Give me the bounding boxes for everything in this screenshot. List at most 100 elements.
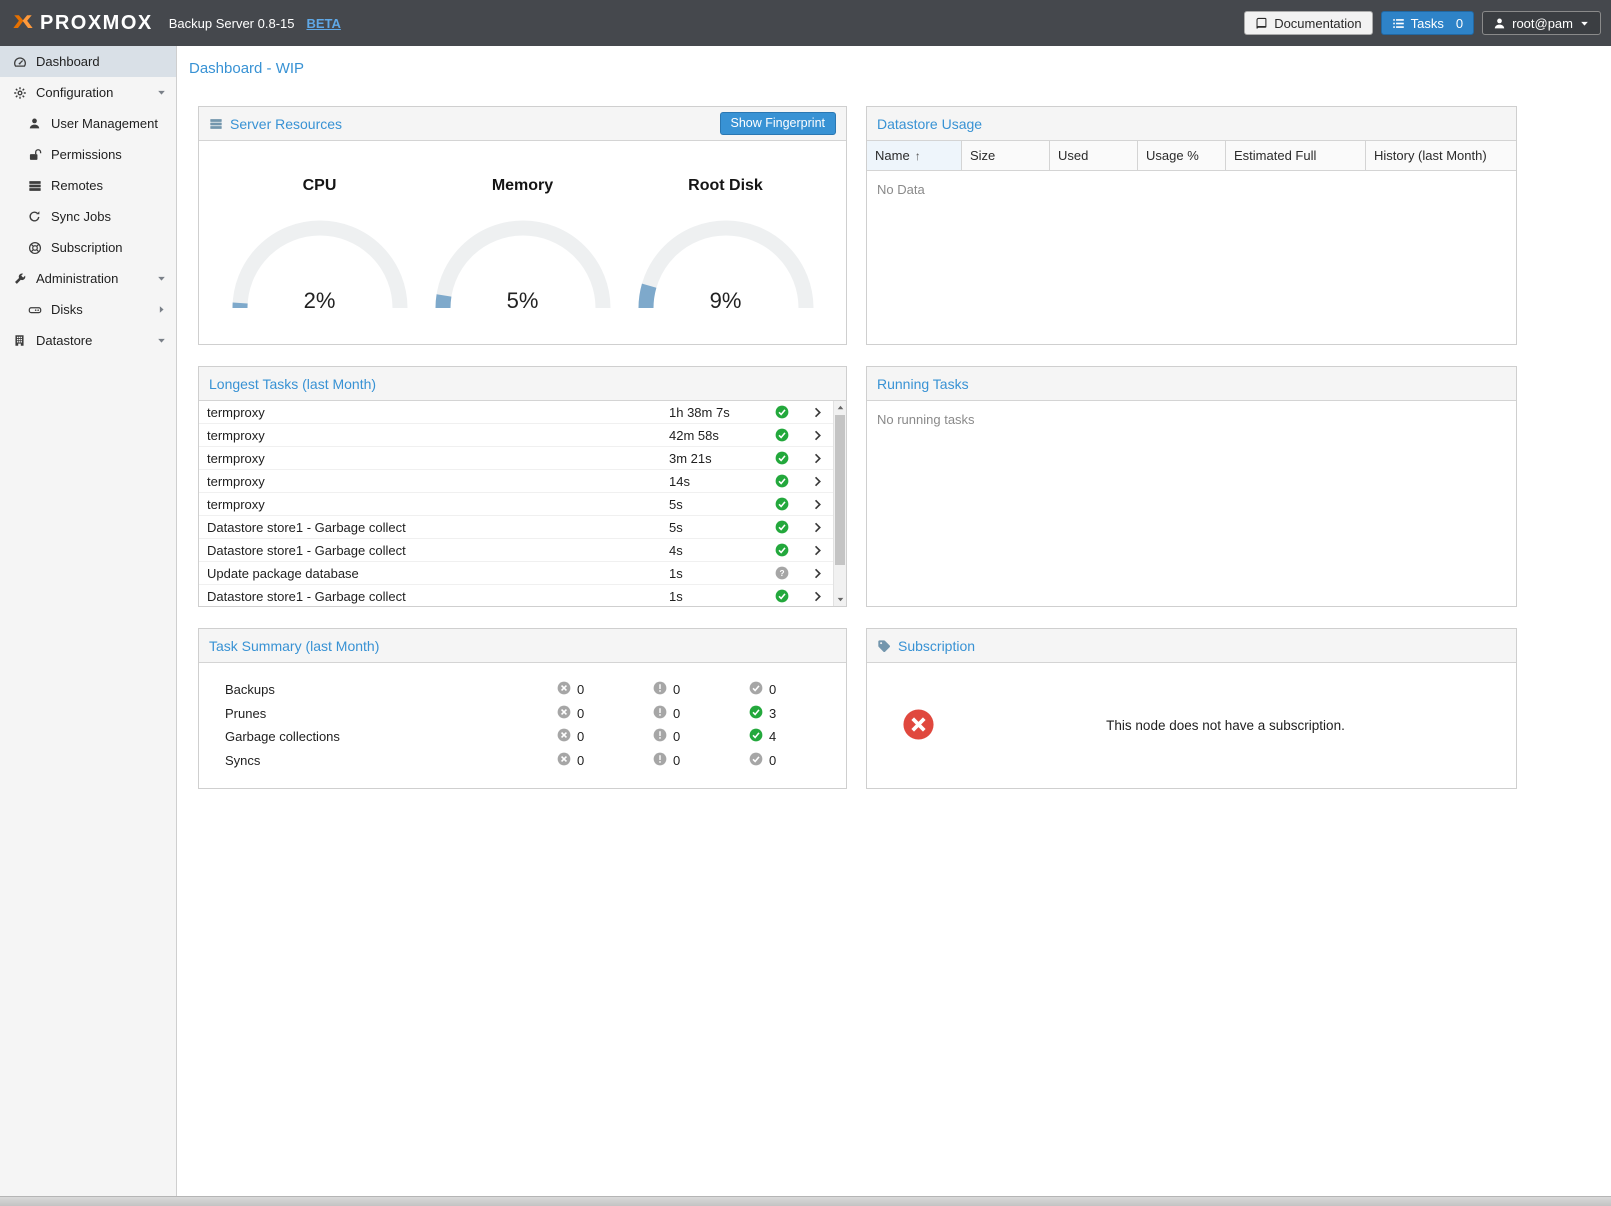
column-header-size[interactable]: Size xyxy=(962,141,1050,170)
hdd-icon xyxy=(27,303,42,317)
task-row[interactable]: termproxy5s xyxy=(199,493,846,516)
scroll-down-icon[interactable] xyxy=(834,593,846,606)
caret-down-icon[interactable] xyxy=(156,87,167,98)
running-tasks-empty: No running tasks xyxy=(867,401,1516,438)
warning-count-icon xyxy=(653,705,667,722)
status-unknown-icon: ? xyxy=(764,566,800,580)
product-version: Backup Server 0.8-15 xyxy=(169,16,295,31)
task-row[interactable]: termproxy1h 38m 7s xyxy=(199,401,846,424)
running-tasks-title: Running Tasks xyxy=(877,376,1506,392)
error-count-icon xyxy=(557,681,571,698)
sidebar-item-sync-jobs[interactable]: Sync Jobs xyxy=(0,201,176,232)
task-row[interactable]: termproxy14s xyxy=(199,470,846,493)
caret-right-icon[interactable] xyxy=(156,304,167,315)
brand-name: PROXMOX xyxy=(40,12,153,35)
tasks-button[interactable]: Tasks 0 xyxy=(1381,11,1474,35)
gauge-memory: Memory5% xyxy=(431,177,615,316)
status-ok-icon xyxy=(764,543,800,557)
column-header-name[interactable]: Name↑ xyxy=(867,141,962,170)
refresh-icon xyxy=(27,210,42,223)
status-ok-icon xyxy=(764,405,800,419)
gauge-root-disk: Root Disk9% xyxy=(634,177,818,316)
open-task-icon[interactable] xyxy=(800,567,834,580)
caret-down-icon[interactable] xyxy=(156,273,167,284)
documentation-button[interactable]: Documentation xyxy=(1244,11,1372,35)
sidebar-item-dashboard[interactable]: Dashboard xyxy=(0,46,176,77)
status-ok-icon xyxy=(764,428,800,442)
show-fingerprint-button[interactable]: Show Fingerprint xyxy=(720,112,837,135)
page-title: Dashboard - WIP xyxy=(189,60,304,77)
server-resources-panel: Server Resources Show Fingerprint CPU2%M… xyxy=(198,106,847,345)
tasks-count-badge: 0 xyxy=(1456,17,1463,30)
subscription-message: This node does not have a subscription. xyxy=(935,718,1516,733)
longest-tasks-panel: Longest Tasks (last Month) termproxy1h 3… xyxy=(198,366,847,607)
no-subscription-icon xyxy=(902,708,935,744)
column-header-history-last-month[interactable]: History (last Month) xyxy=(1366,141,1516,170)
status-ok-icon xyxy=(764,474,800,488)
bottom-bar xyxy=(0,1196,1611,1206)
gauge-cpu: CPU2% xyxy=(228,177,412,316)
column-header-estimated-full[interactable]: Estimated Full xyxy=(1226,141,1366,170)
sort-asc-icon: ↑ xyxy=(915,149,921,163)
status-ok-icon xyxy=(764,589,800,603)
running-tasks-panel: Running Tasks No running tasks xyxy=(866,366,1517,607)
task-summary-title: Task Summary (last Month) xyxy=(209,638,836,654)
sidebar-item-remotes[interactable]: Remotes xyxy=(0,170,176,201)
caret-down-icon[interactable] xyxy=(156,335,167,346)
book-icon xyxy=(1255,17,1268,30)
subscription-title: Subscription xyxy=(898,638,1506,654)
open-task-icon[interactable] xyxy=(800,452,834,465)
sidebar-item-permissions[interactable]: Permissions xyxy=(0,139,176,170)
sidebar-item-disks[interactable]: Disks xyxy=(0,294,176,325)
server-icon xyxy=(27,179,42,193)
ok-count-icon xyxy=(749,681,763,698)
user-menu-button[interactable]: root@pam xyxy=(1482,11,1601,35)
subscription-body: This node does not have a subscription. xyxy=(867,663,1516,788)
datastore-usage-title: Datastore Usage xyxy=(877,116,1506,132)
task-summary-row-prunes: Prunes003 xyxy=(225,702,846,726)
task-row[interactable]: Datastore store1 - Garbage collect1s xyxy=(199,585,846,606)
open-task-icon[interactable] xyxy=(800,590,834,603)
longest-tasks-list: termproxy1h 38m 7stermproxy42m 58stermpr… xyxy=(199,401,846,606)
task-row[interactable]: Datastore store1 - Garbage collect4s xyxy=(199,539,846,562)
sidebar-item-configuration[interactable]: Configuration xyxy=(0,77,176,108)
task-row[interactable]: Datastore store1 - Garbage collect5s xyxy=(199,516,846,539)
running-tasks-header: Running Tasks xyxy=(867,367,1516,401)
proxmox-logo: PROXMOX xyxy=(12,12,153,35)
column-header-usage[interactable]: Usage % xyxy=(1138,141,1226,170)
tasks-label: Tasks xyxy=(1411,17,1444,30)
task-row[interactable]: Update package database1s? xyxy=(199,562,846,585)
status-ok-icon xyxy=(764,497,800,511)
open-task-icon[interactable] xyxy=(800,544,834,557)
open-task-icon[interactable] xyxy=(800,406,834,419)
scrollbar[interactable] xyxy=(833,401,846,606)
task-row[interactable]: termproxy42m 58s xyxy=(199,424,846,447)
app-header: PROXMOX Backup Server 0.8-15 BETA Docume… xyxy=(0,0,1611,46)
open-task-icon[interactable] xyxy=(800,475,834,488)
datastore-usage-empty: No Data xyxy=(867,171,1516,208)
documentation-label: Documentation xyxy=(1274,17,1361,30)
unlock-icon xyxy=(27,148,42,162)
status-ok-icon xyxy=(764,451,800,465)
sidebar-item-user-management[interactable]: User Management xyxy=(0,108,176,139)
task-summary-header: Task Summary (last Month) xyxy=(199,629,846,663)
sidebar-item-administration[interactable]: Administration xyxy=(0,263,176,294)
scrollbar-thumb[interactable] xyxy=(835,415,845,565)
sidebar-item-datastore[interactable]: Datastore xyxy=(0,325,176,356)
ticket-icon xyxy=(877,639,891,653)
scroll-up-icon[interactable] xyxy=(834,401,846,414)
svg-text:?: ? xyxy=(779,568,784,578)
task-summary-table: Backups000Prunes003Garbage collections00… xyxy=(199,663,846,772)
dashboard-panels: Server Resources Show Fingerprint CPU2%M… xyxy=(177,87,1611,789)
error-count-icon xyxy=(557,705,571,722)
beta-link[interactable]: BETA xyxy=(306,16,340,31)
open-task-icon[interactable] xyxy=(800,521,834,534)
status-ok-icon xyxy=(764,520,800,534)
column-header-used[interactable]: Used xyxy=(1050,141,1138,170)
open-task-icon[interactable] xyxy=(800,498,834,511)
task-row[interactable]: termproxy3m 21s xyxy=(199,447,846,470)
open-task-icon[interactable] xyxy=(800,429,834,442)
sidebar-item-subscription[interactable]: Subscription xyxy=(0,232,176,263)
warning-count-icon xyxy=(653,752,667,769)
subscription-panel: Subscription This node does not have a s… xyxy=(866,628,1517,789)
